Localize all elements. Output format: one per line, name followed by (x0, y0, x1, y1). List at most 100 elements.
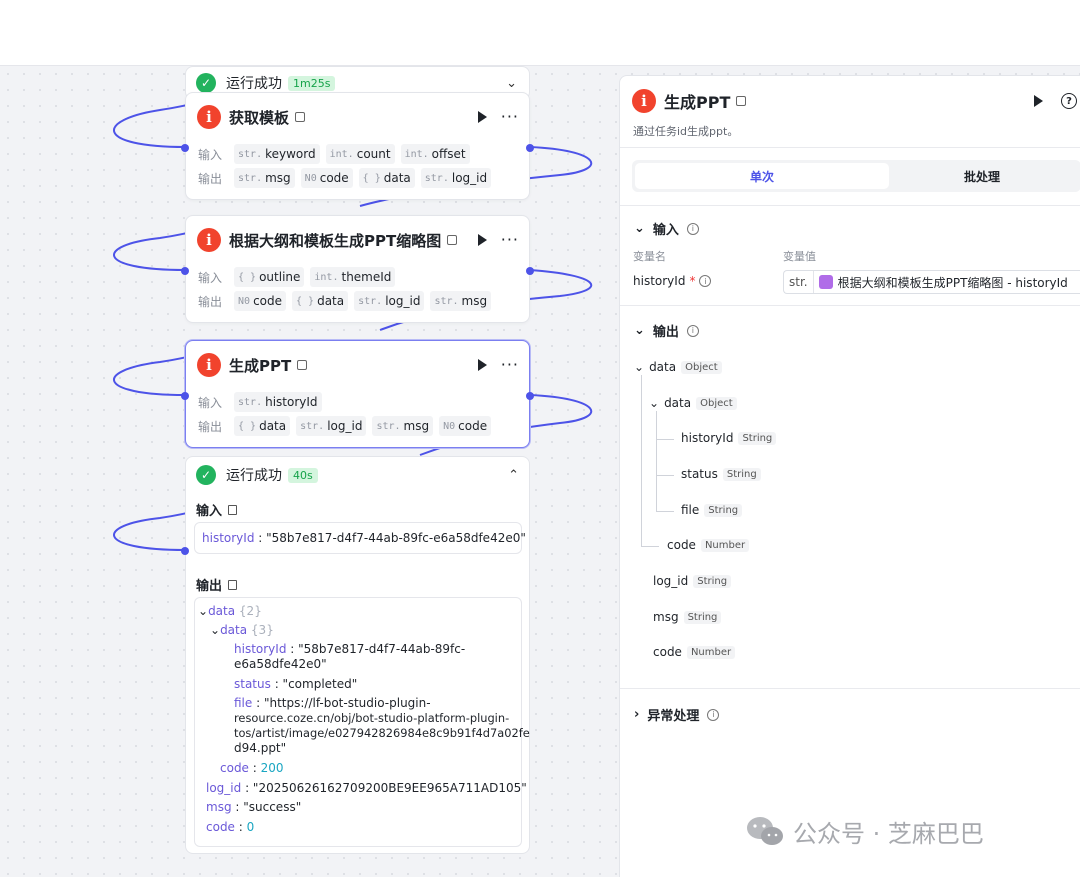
output-name: code (667, 538, 696, 552)
param-type: str. (784, 271, 814, 293)
json-value: tos/artist/image/e027942826984e8c9b91f4d… (234, 726, 530, 740)
output-port[interactable] (526, 392, 534, 400)
exception-section-header[interactable]: › 异常处理 i (634, 705, 720, 724)
json-key: log_id (206, 781, 242, 795)
tree-node[interactable]: ⌄data {2} (198, 603, 262, 619)
output-type: Object (696, 396, 737, 410)
tree-guide (656, 439, 674, 440)
more-icon[interactable]: ··· (501, 232, 519, 248)
more-icon[interactable]: ··· (501, 357, 519, 373)
info-icon[interactable]: i (707, 708, 720, 721)
output-title: 输出 (196, 579, 223, 594)
input-port[interactable] (181, 392, 189, 400)
output-type: String (722, 467, 761, 481)
run-node-icon[interactable] (477, 359, 487, 371)
json-value: "58b7e817-d4f7-44ab-89fc- (298, 642, 466, 656)
param-chip: str. log_id (296, 416, 367, 436)
param-chip: { } data (358, 168, 415, 188)
output-name: msg (653, 610, 679, 624)
output-field-file: file String (681, 503, 743, 517)
json-value: 0 (246, 820, 255, 834)
output-json-box[interactable]: ⌄data {2} ⌄data {3} historyId : "58b7e81… (194, 597, 530, 847)
param-reference-field[interactable]: str. 根据大纲和模板生成PPT缩略图 - historyId (783, 270, 1080, 294)
doc-icon[interactable] (447, 235, 458, 245)
input-port[interactable] (181, 144, 189, 152)
node-ref-icon (818, 275, 833, 289)
output-field-inner-data[interactable]: ⌄ data Object (649, 396, 737, 410)
param-name: log_id (451, 171, 488, 185)
tab-batch[interactable]: 批处理 (932, 163, 1032, 189)
chevron-down-icon[interactable]: ⌄ (506, 76, 517, 91)
tree-node[interactable]: ⌄data {3} (210, 622, 274, 638)
tree-leaf-cont: d94.ppt" (234, 740, 286, 756)
input-json-box[interactable]: historyId : "58b7e817-d4f7-44ab-89fc-e6a… (194, 522, 526, 554)
copy-icon[interactable] (228, 504, 238, 515)
output-name: data (664, 396, 692, 410)
info-icon[interactable]: i (699, 275, 712, 287)
param-name: historyId (633, 274, 686, 288)
output-type: Number (686, 645, 736, 659)
json-value: 200 (260, 761, 284, 775)
run-node-icon[interactable] (477, 111, 487, 123)
watermark-text: 公众号 · 芝麻巴巴 (793, 820, 984, 848)
node-get-template[interactable]: i 获取模板 ··· 输入 str. keyword int. count int.… (181, 92, 534, 200)
input-port[interactable] (181, 267, 189, 275)
input-section-header[interactable]: ⌄ 输入 i (634, 219, 699, 238)
doc-icon[interactable] (295, 112, 306, 122)
tab-single[interactable]: 单次 (635, 163, 889, 189)
param-name: data (317, 294, 345, 308)
input-port[interactable] (181, 547, 189, 555)
input-title: 输入 (196, 504, 223, 519)
run-status-text: 运行成功 (226, 468, 282, 484)
run-result-panel: ✓ 运行成功 40s ⌃ 输入 historyId : "58b7e817-d4… (181, 456, 530, 854)
tree-leaf: msg : "success" (206, 800, 302, 814)
param-name: historyId (265, 395, 318, 409)
param-name: msg (265, 171, 291, 185)
node-generate-ppt[interactable]: i 生成PPT ··· 输入 str. historyId 输出 { } data … (181, 340, 534, 448)
chevron-down-icon: ⌄ (634, 323, 645, 338)
type-prefix: str. (238, 172, 263, 184)
copy-icon[interactable] (228, 579, 238, 590)
input-section-label: 输入 (652, 223, 679, 238)
output-port[interactable] (526, 144, 534, 152)
json-key: historyId (202, 531, 255, 545)
node-generate-thumbnail[interactable]: i 根据大纲和模板生成PPT缩略图 ··· 输入 { } outline int.… (181, 215, 534, 323)
param-chip: str. keyword (234, 144, 320, 164)
doc-icon[interactable] (736, 96, 747, 106)
output-section-header[interactable]: ⌄ 输出 i (634, 321, 699, 340)
output-name: code (653, 645, 682, 659)
output-port[interactable] (526, 267, 534, 275)
param-name: data (259, 419, 287, 433)
json-value: e6a58dfe42e0" (234, 657, 327, 671)
chevron-right-icon: › (634, 707, 640, 722)
test-run-icon[interactable] (1034, 95, 1043, 107)
output-field-data[interactable]: ⌄ data Object (634, 360, 722, 374)
output-label: 输出 (198, 294, 223, 309)
run-result-header[interactable]: ✓ 运行成功 40s ⌃ (196, 465, 521, 485)
param-chip: str. historyId (234, 392, 322, 412)
json-value: d94.ppt" (234, 741, 287, 755)
param-chip: { } outline (234, 267, 305, 287)
panel-title: 生成PPT (664, 93, 731, 112)
run-node-icon[interactable] (477, 234, 487, 246)
chevron-up-icon[interactable]: ⌃ (508, 468, 519, 483)
param-historyId-label: historyId * i (633, 274, 712, 288)
output-label: 输出 (198, 171, 223, 186)
info-icon[interactable]: i (686, 324, 699, 337)
input-row: 输入 str. keyword int. count int. offset (198, 144, 470, 164)
param-chip: int. count (325, 144, 395, 164)
help-icon[interactable]: ? (1061, 93, 1077, 109)
more-icon[interactable]: ··· (501, 109, 519, 125)
param-chip: str. msg (430, 291, 492, 311)
tree-leaf: log_id : "20250626162709200BE9EE965A711A… (206, 781, 527, 795)
json-count: {3} (250, 623, 274, 637)
tree-leaf: file : "https://lf-bot-studio-plugin- (234, 696, 431, 710)
doc-icon[interactable] (297, 360, 308, 370)
column-var-name: 变量名 (633, 250, 666, 263)
json-key: data (208, 604, 236, 618)
tree-guide (641, 375, 642, 546)
output-type: Number (700, 538, 750, 552)
type-prefix: str. (424, 172, 449, 184)
info-icon[interactable]: i (686, 222, 699, 235)
column-var-value: 变量值 (783, 250, 816, 263)
